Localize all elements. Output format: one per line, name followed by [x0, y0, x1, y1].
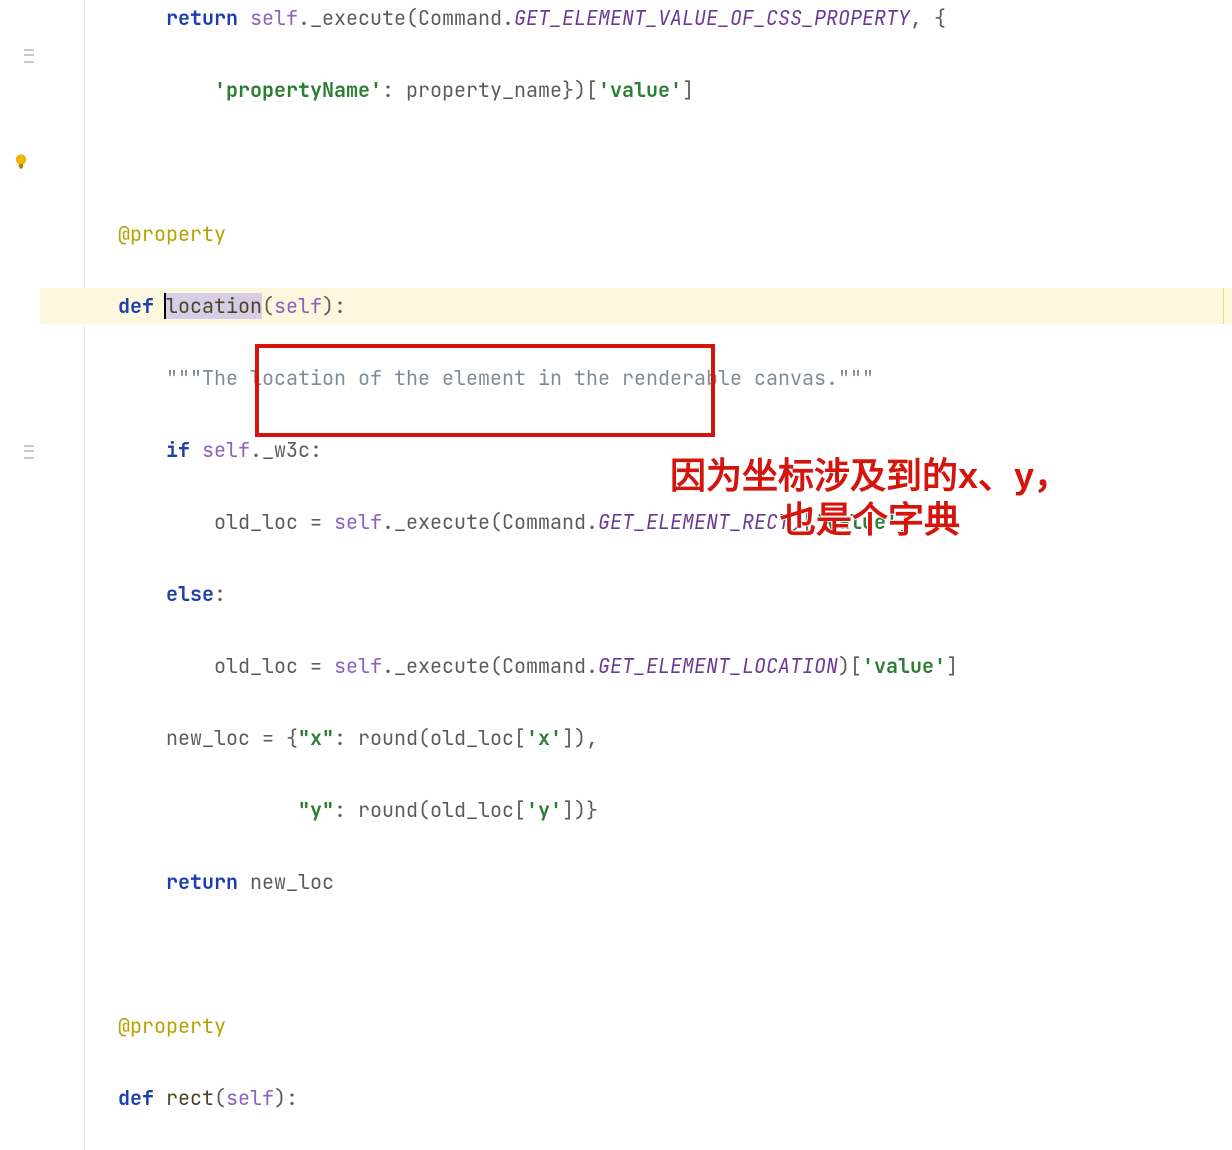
code-line[interactable]: 'propertyName': property_name})['value'] [40, 72, 1232, 108]
code-line[interactable]: "y": round(old_loc['y'])} [40, 792, 1232, 828]
code-line[interactable]: return new_loc [40, 864, 1232, 900]
intention-bulb-icon[interactable] [12, 152, 30, 170]
code-line[interactable] [40, 144, 1232, 180]
code-line[interactable]: else: [40, 576, 1232, 612]
code-line[interactable] [40, 936, 1232, 972]
code-line[interactable]: def rect(self): [40, 1080, 1232, 1116]
annotation-text: 因为坐标涉及到的x、y， 也是个字典 [510, 454, 1230, 542]
code-line[interactable]: new_loc = {"x": round(old_loc['x']), [40, 720, 1232, 756]
code-line[interactable]: @property [40, 1008, 1232, 1044]
gutter [0, 0, 40, 1150]
code-area[interactable]: return self._execute(Command.GET_ELEMENT… [40, 0, 1232, 1150]
code-line[interactable]: old_loc = self._execute(Command.GET_ELEM… [40, 648, 1232, 684]
code-line[interactable]: return self._execute(Command.GET_ELEMENT… [40, 0, 1232, 36]
code-line[interactable]: """The location of the element in the re… [40, 360, 1232, 396]
code-editor[interactable]: return self._execute(Command.GET_ELEMENT… [0, 0, 1232, 1150]
fold-marker-icon[interactable] [24, 49, 34, 63]
code-line[interactable]: @property [40, 216, 1232, 252]
code-line-current[interactable]: def location(self): [40, 288, 1232, 324]
fold-marker-icon[interactable] [24, 445, 34, 459]
